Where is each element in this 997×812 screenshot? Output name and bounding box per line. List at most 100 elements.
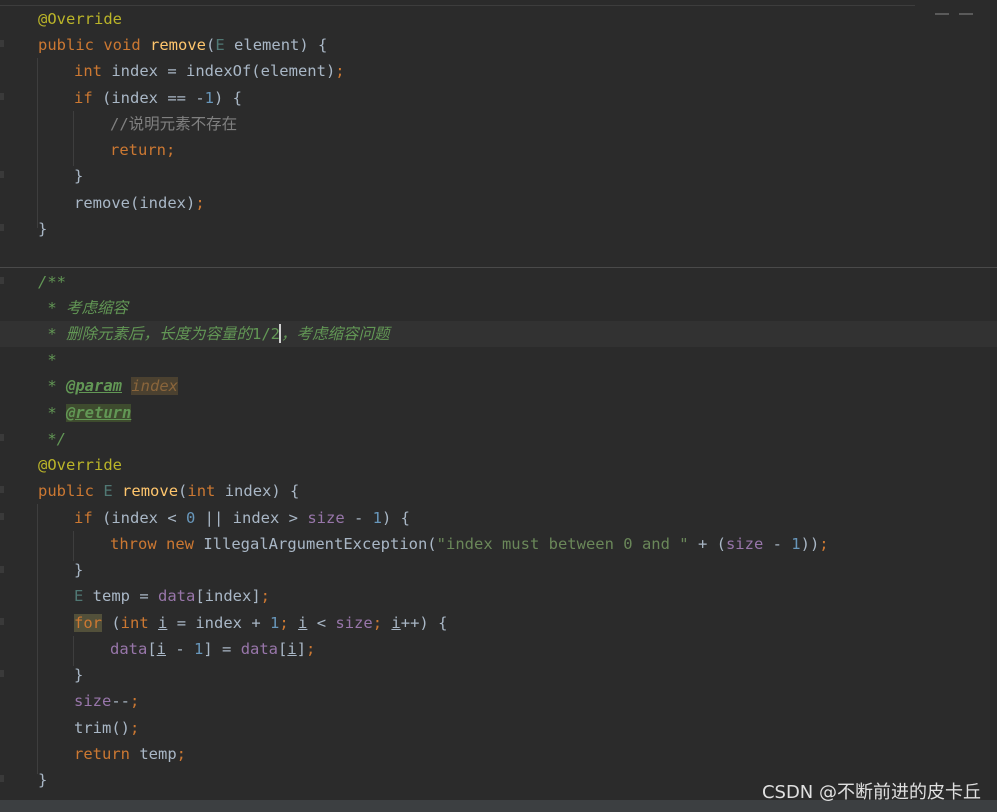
keyword: public <box>38 482 94 500</box>
field-reference: size <box>307 509 345 527</box>
code-line[interactable]: //说明元素不存在 <box>110 111 237 137</box>
code-line[interactable]: return; <box>110 137 175 163</box>
keyword: int <box>187 482 216 500</box>
code-line[interactable]: size--; <box>74 688 139 714</box>
keyword: int <box>120 614 149 632</box>
code-line[interactable]: /** <box>38 269 66 295</box>
code-line[interactable]: * 考虑缩容 <box>38 295 128 321</box>
code-line[interactable]: if (index == -1) { <box>74 85 242 111</box>
code-line[interactable]: trim(); <box>74 715 139 741</box>
field-reference: size <box>335 614 373 632</box>
closing-brace: } <box>74 167 84 185</box>
code-editor[interactable]: @Override public void remove(E element) … <box>0 0 997 812</box>
gutter-fold-marker[interactable] <box>0 618 4 625</box>
keyword: if <box>74 89 93 107</box>
gutter-fold-marker[interactable] <box>0 513 4 520</box>
code-line[interactable]: } <box>74 662 83 688</box>
code-token: [ <box>278 640 288 658</box>
gutter-fold-marker[interactable] <box>0 566 4 573</box>
doc-comment: */ <box>38 430 66 448</box>
gutter-fold-marker[interactable] <box>0 40 4 47</box>
gutter-fold-marker[interactable] <box>0 171 4 178</box>
param-doc-tag[interactable]: @param <box>66 377 122 395</box>
code-token: < <box>307 614 336 632</box>
number-literal: 1 <box>270 614 280 632</box>
closing-brace: } <box>38 220 48 238</box>
semicolon: ; <box>130 719 140 737</box>
number-literal: 1 <box>194 640 204 658</box>
code-line[interactable]: * <box>38 347 56 373</box>
semicolon: ; <box>176 745 187 763</box>
code-line[interactable]: @Override <box>38 6 122 32</box>
code-token: (index == - <box>92 89 205 107</box>
code-line[interactable]: * @return <box>38 400 132 426</box>
code-token: - <box>166 640 195 658</box>
code-line[interactable]: return temp; <box>74 741 186 767</box>
indent-guide <box>73 111 74 166</box>
code-line[interactable]: */ <box>38 426 66 452</box>
doc-comment: ，考虑缩容问题 <box>281 325 390 343</box>
gutter-fold-marker[interactable] <box>0 277 4 284</box>
number-literal: 1 <box>791 535 801 553</box>
code-line[interactable]: @Override <box>38 452 122 478</box>
closing-brace: } <box>38 771 48 789</box>
code-line[interactable]: public E remove(int index) { <box>38 478 299 504</box>
code-line[interactable]: throw new IllegalArgumentException("inde… <box>110 531 829 557</box>
field-reference: data <box>110 640 148 658</box>
code-line[interactable]: int index = indexOf(element); <box>74 58 345 84</box>
code-token: [index] <box>195 587 261 605</box>
closing-brace: } <box>74 561 84 579</box>
code-line[interactable]: } <box>38 216 47 242</box>
gutter-fold-marker[interactable] <box>0 93 4 100</box>
indent-guide <box>37 58 38 228</box>
keyword: if <box>74 509 93 527</box>
gutter-fold-marker[interactable] <box>0 224 4 231</box>
code-line[interactable]: remove(index); <box>74 190 205 216</box>
doc-comment: * <box>38 404 66 422</box>
semicolon: ; <box>335 62 345 80</box>
override-annotation: @Override <box>38 10 122 28</box>
method-separator <box>0 267 997 268</box>
loop-variable: i <box>287 640 297 658</box>
code-token: - <box>763 535 792 553</box>
code-token: ( <box>206 36 216 54</box>
gutter-fold-marker[interactable] <box>0 486 4 493</box>
indent-guide <box>37 504 38 774</box>
code-line[interactable]: * @param index <box>38 373 179 399</box>
field-reference: data <box>240 640 279 658</box>
inspection-widget[interactable] <box>925 0 979 15</box>
code-line[interactable]: E temp = data[index]; <box>74 583 270 609</box>
semicolon: ; <box>166 141 176 159</box>
field-reference: size <box>725 535 764 553</box>
semicolon: ; <box>306 640 316 658</box>
code-line[interactable]: for (int i = index + 1; i < size; i++) { <box>74 610 447 636</box>
gutter-fold-marker[interactable] <box>0 434 4 441</box>
code-token: index = indexOf(element) <box>102 62 336 80</box>
return-doc-tag[interactable]: @return <box>66 404 132 422</box>
gutter-fold-marker[interactable] <box>0 775 4 782</box>
method-name: remove <box>150 36 207 54</box>
code-token: [ <box>147 640 157 658</box>
code-line[interactable]: } <box>74 163 83 189</box>
code-token: = index + <box>167 614 271 632</box>
code-line[interactable]: if (index < 0 || index > size - 1) { <box>74 505 410 531</box>
code-token: element) { <box>224 36 328 54</box>
code-line[interactable]: } <box>38 767 47 793</box>
code-token: )) <box>800 535 820 553</box>
code-line[interactable]: * 删除元素后，长度为容量的1/2，考虑缩容问题 <box>38 321 390 347</box>
code-token: IllegalArgumentException( <box>194 535 437 553</box>
semicolon: ; <box>195 194 205 212</box>
code-token: ) { <box>214 89 242 107</box>
keyword: new <box>166 535 195 553</box>
gutter-fold-marker[interactable] <box>0 670 4 677</box>
doc-comment: * 考虑缩容 <box>38 299 128 317</box>
code-line[interactable]: } <box>74 557 83 583</box>
type-parameter: E <box>215 36 225 54</box>
code-line[interactable]: data[i - 1] = data[i]; <box>110 636 315 662</box>
closing-brace: } <box>74 666 84 684</box>
code-line[interactable]: public void remove(E element) { <box>38 32 327 58</box>
semicolon: ; <box>819 535 829 553</box>
param-doc-name[interactable]: index <box>131 377 179 395</box>
